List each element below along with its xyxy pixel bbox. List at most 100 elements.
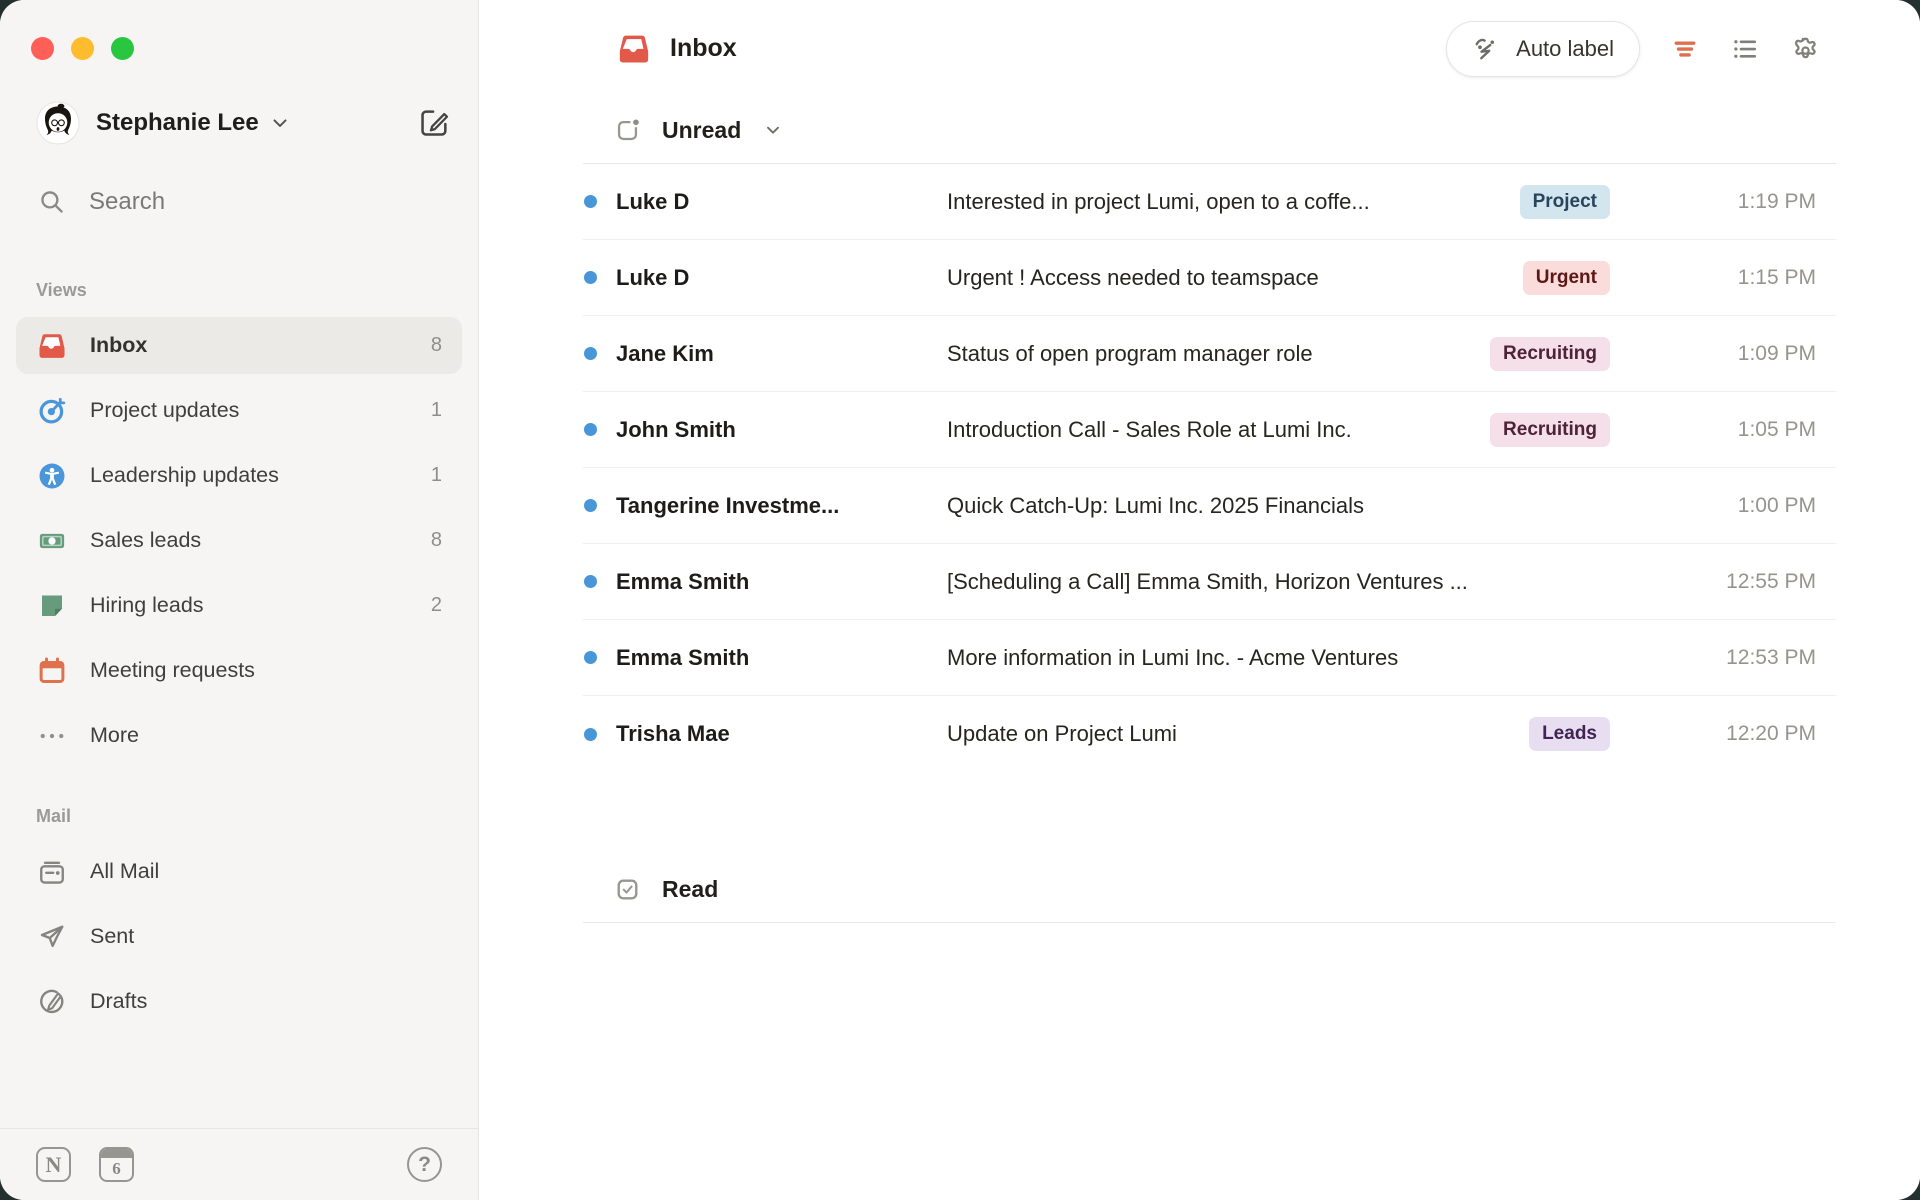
label-badge[interactable]: Recruiting bbox=[1490, 413, 1610, 447]
unread-count: 1 bbox=[431, 464, 442, 487]
desktop-background: Stephanie Lee Search ViewsInbox8Project … bbox=[0, 0, 1920, 1200]
read-section-header[interactable]: Read bbox=[583, 856, 1836, 923]
settings-button[interactable] bbox=[1790, 34, 1820, 64]
sidebar-item-leadership-updates[interactable]: Leadership updates1 bbox=[16, 447, 462, 504]
email-sender: Emma Smith bbox=[616, 569, 947, 595]
search-button[interactable]: Search bbox=[38, 180, 450, 224]
close-button[interactable] bbox=[31, 37, 54, 60]
unread-dot bbox=[584, 195, 597, 208]
unread-count: 2 bbox=[431, 594, 442, 617]
email-subject: More information in Lumi Inc. - Acme Ven… bbox=[947, 645, 1610, 671]
email-row[interactable]: Luke DUrgent ! Access needed to teamspac… bbox=[583, 240, 1836, 316]
chevron-down-icon bbox=[269, 112, 291, 134]
email-time: 12:55 PM bbox=[1698, 570, 1816, 594]
filter-button[interactable] bbox=[1670, 34, 1700, 64]
email-subject: Status of open program manager role bbox=[947, 341, 1490, 367]
sidebar-item-label: More bbox=[90, 723, 442, 748]
label-badge[interactable]: Leads bbox=[1529, 717, 1610, 751]
sidebar-item-drafts[interactable]: Drafts bbox=[16, 973, 462, 1030]
sidebar-item-label: Sent bbox=[90, 924, 442, 949]
email-sender: Luke D bbox=[616, 265, 947, 291]
sidebar-item-inbox[interactable]: Inbox8 bbox=[16, 317, 462, 374]
unread-count: 8 bbox=[431, 334, 442, 357]
sidebar-item-label: Project updates bbox=[90, 398, 431, 423]
main-panel: Inbox Auto label Unread bbox=[479, 0, 1920, 1200]
unread-email-rows: Luke DInterested in project Lumi, open t… bbox=[583, 164, 1836, 772]
notion-logo-badge[interactable]: N bbox=[36, 1147, 71, 1182]
inbox-icon bbox=[617, 32, 651, 66]
calendar-badge[interactable]: 6 bbox=[99, 1147, 134, 1182]
sidebar-item-meeting-requests[interactable]: Meeting requests bbox=[16, 642, 462, 699]
unread-dot bbox=[584, 271, 597, 284]
email-row[interactable]: Trisha MaeUpdate on Project LumiLeads12:… bbox=[583, 696, 1836, 772]
unread-dot bbox=[584, 575, 597, 588]
chevron-down-icon bbox=[763, 120, 783, 140]
unread-count: 8 bbox=[431, 529, 442, 552]
email-time: 1:00 PM bbox=[1698, 494, 1816, 518]
email-sender: John Smith bbox=[616, 417, 947, 443]
auto-label-button[interactable]: Auto label bbox=[1446, 21, 1640, 77]
email-row[interactable]: Emma Smith[Scheduling a Call] Emma Smith… bbox=[583, 544, 1836, 620]
email-time: 1:09 PM bbox=[1698, 342, 1816, 366]
target-icon bbox=[37, 396, 67, 426]
sidebar-item-all-mail[interactable]: All Mail bbox=[16, 843, 462, 900]
compose-button[interactable] bbox=[418, 107, 450, 139]
section-title: Views bbox=[36, 280, 478, 301]
list-view-button[interactable] bbox=[1730, 34, 1760, 64]
unread-dot bbox=[584, 651, 597, 664]
window-controls bbox=[0, 0, 478, 60]
section-title: Mail bbox=[36, 806, 478, 827]
email-time: 12:20 PM bbox=[1698, 722, 1816, 746]
email-row[interactable]: Jane KimStatus of open program manager r… bbox=[583, 316, 1836, 392]
email-subject: Update on Project Lumi bbox=[947, 721, 1529, 747]
inbox-icon bbox=[37, 331, 67, 361]
email-time: 1:05 PM bbox=[1698, 418, 1816, 442]
auto-label-text: Auto label bbox=[1516, 36, 1614, 62]
leadership-icon bbox=[37, 461, 67, 491]
email-row[interactable]: Luke DInterested in project Lumi, open t… bbox=[583, 164, 1836, 240]
label-badge[interactable]: Project bbox=[1520, 185, 1610, 219]
email-subject: Interested in project Lumi, open to a co… bbox=[947, 189, 1520, 215]
sidebar-item-project-updates[interactable]: Project updates1 bbox=[16, 382, 462, 439]
email-time: 12:53 PM bbox=[1698, 646, 1816, 670]
sidebar-item-hiring-leads[interactable]: Hiring leads2 bbox=[16, 577, 462, 634]
email-time: 1:15 PM bbox=[1698, 266, 1816, 290]
email-subject: Urgent ! Access needed to teamspace bbox=[947, 265, 1523, 291]
read-label: Read bbox=[662, 876, 718, 903]
email-sender: Luke D bbox=[616, 189, 947, 215]
maximize-button[interactable] bbox=[111, 37, 134, 60]
unread-dot bbox=[584, 728, 597, 741]
email-subject: Introduction Call - Sales Role at Lumi I… bbox=[947, 417, 1490, 443]
email-time: 1:19 PM bbox=[1698, 190, 1816, 214]
all-mail-icon bbox=[37, 857, 67, 887]
email-row[interactable]: Tangerine Investme...Quick Catch-Up: Lum… bbox=[583, 468, 1836, 544]
ellipsis-icon bbox=[37, 721, 67, 751]
drafts-icon bbox=[37, 987, 67, 1017]
header-actions: Auto label bbox=[1446, 21, 1820, 77]
help-button[interactable]: ? bbox=[407, 1147, 442, 1182]
read-checkbox-icon bbox=[614, 876, 641, 903]
search-icon bbox=[38, 188, 66, 216]
page-title: Inbox bbox=[670, 34, 737, 63]
sidebar-item-label: Leadership updates bbox=[90, 463, 431, 488]
sidebar-item-sales-leads[interactable]: Sales leads8 bbox=[16, 512, 462, 569]
main-header: Inbox Auto label bbox=[479, 0, 1920, 97]
sidebar-section-mail: Mail All Mail Sent Drafts bbox=[0, 806, 478, 1030]
sidebar-item-sent[interactable]: Sent bbox=[16, 908, 462, 965]
unread-count: 1 bbox=[431, 399, 442, 422]
app-window: Stephanie Lee Search ViewsInbox8Project … bbox=[0, 0, 1920, 1200]
label-badge[interactable]: Recruiting bbox=[1490, 337, 1610, 371]
email-row[interactable]: John SmithIntroduction Call - Sales Role… bbox=[583, 392, 1836, 468]
account-switcher[interactable]: Stephanie Lee bbox=[36, 100, 450, 146]
unread-dot bbox=[584, 423, 597, 436]
email-row[interactable]: Emma SmithMore information in Lumi Inc. … bbox=[583, 620, 1836, 696]
sidebar: Stephanie Lee Search Views Inbox8 Project … bbox=[0, 0, 479, 1200]
label-badge[interactable]: Urgent bbox=[1523, 261, 1610, 295]
minimize-button[interactable] bbox=[71, 37, 94, 60]
unread-label: Unread bbox=[662, 117, 741, 144]
sidebar-item-more[interactable]: More bbox=[16, 707, 462, 764]
title-wrap: Inbox bbox=[617, 32, 737, 66]
calendar-icon bbox=[37, 656, 67, 686]
email-subject: Quick Catch-Up: Lumi Inc. 2025 Financial… bbox=[947, 493, 1610, 519]
unread-section-header[interactable]: Unread bbox=[583, 97, 1836, 164]
